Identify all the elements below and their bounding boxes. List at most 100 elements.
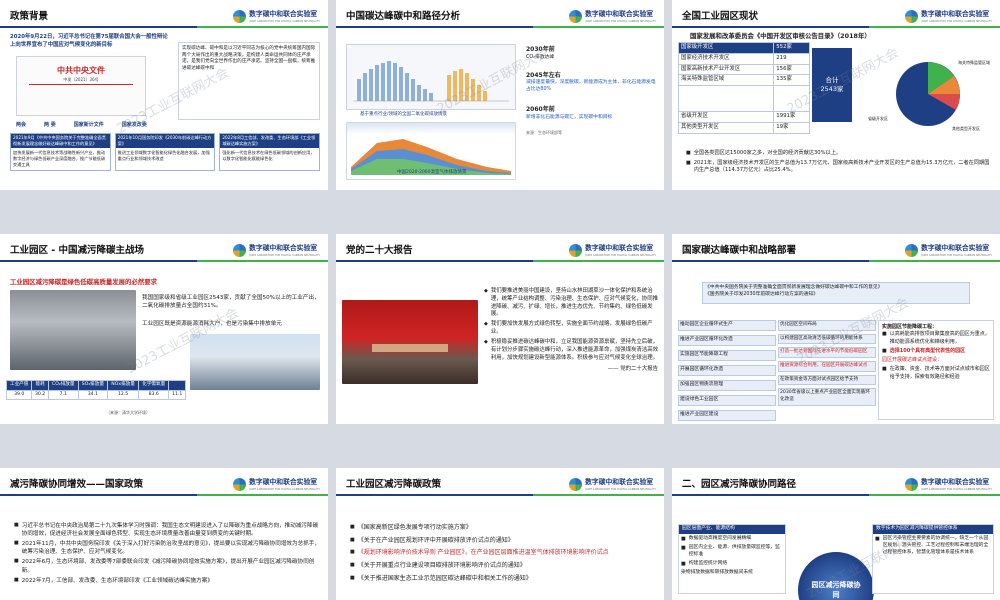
lab-logo: 数字碳中和联合实验室 JOINT LABORATORY FOR DIGITAL C… [233,10,320,24]
policy-item: 2021年11月，中共中央国务院印发《关于深入打好污染防治攻坚战的意见》，提出要… [14,540,320,556]
center-circle: 园区减污降碳协同 [798,552,874,600]
col-head: 工业产值 [5,380,33,391]
commitment-text: 实现碳达峰、碳中和是以习近平同志为核心的党中央统筹国内国际两个大局作出的重大战略… [178,42,320,120]
policy-item: 《规划环境影响评价技术导则 产业园区》，在产业园区层面推进温室气体排放环境影响评… [350,549,656,558]
lab-logo: 数字碳中和联合实验室 JOINT LABORATORY FOR DIGITAL C… [569,244,656,258]
title-rule [0,260,328,262]
central-document: 中共中央文件 中发〔2021〕36号 [16,56,146,116]
slide-title: 全国工业园区现状 [682,11,759,22]
lab-name: 数字碳中和联合实验室 [249,478,318,486]
factory-smoke-photo [10,290,136,370]
slide-industrial-park-status[interactable]: 全国工业园区现状 数字碳中和联合实验室 JOINT LABORATORY FOR … [672,0,1000,190]
policy-item: 2022年7月，工信部、发改委、生态环境部印发《工业领域碳达峰实施方案》 [14,577,320,585]
park-count: 156家 [773,63,810,76]
lab-name: 数字碳中和联合实验室 [921,244,990,252]
strategy-item: 以构建园区高效清洁低碳循环的用能体系 [778,333,876,345]
col-head: 能耗 [31,380,49,391]
slide-park-main-battlefield[interactable]: 工业园区 - 中国减污降碳主战场 数字碳中和联合实验室 JOINT LABORAT… [0,234,328,424]
right-item: 园区开展碳达峰试点建设： [882,357,943,363]
slide-policy-background[interactable]: 政策背景 数字碳中和联合实验室 JOINT LABORATORY FOR DIGI… [0,0,328,190]
cell: 34.1 [77,389,109,401]
lab-name-en: JOINT LABORATORY FOR DIGITAL CARBON NEUT… [249,19,320,23]
pollution-text: 工业园区既是资源能源消耗大户，也是污染集中排放单元 [142,321,282,327]
strategy-item: 开展园区循环化改造 [678,364,776,376]
emission-bar-chart [346,44,516,110]
policy-item: 《国家高新区绿色发展专项行动实施方案》 [350,524,656,533]
lab-name-en: JOINT LABORATORY FOR DIGITAL CARBON NEUT… [921,253,992,257]
lab-name: 数字碳中和联合实验室 [921,478,990,486]
path-head: 园区层面产业、能源结构 [679,525,785,534]
slide-20th-congress-report[interactable]: 党的二十大报告 数字碳中和联合实验室 JOINT LABORATORY FOR D… [336,234,664,424]
title-rule [672,494,1000,496]
path-item: 数据驱动高精度空间发展精细 [681,536,783,543]
right-item: 以高耗能高排放项目聚集度高的园区为重点，推动能源系统优化和梯级利用， [882,331,990,346]
slide-carbon-path-analysis[interactable]: 中国碳达峰碳中和路径分析 数字碳中和联合实验室 JOINT LABORATORY … [336,0,664,190]
chart-subtitle: 基于重点行业/领域的全国二氧化碳排放情景 [360,112,448,117]
lab-logo-icon [905,10,919,24]
lab-logo-icon [569,478,583,492]
park-type: 国家经济技术开发区 [677,52,775,65]
cell: 11.1 [168,389,186,401]
title-rule [0,494,328,496]
cell: 30.2 [31,389,49,401]
lab-name-en: JOINT LABORATORY FOR DIGITAL CARBON NEUT… [585,487,656,491]
strategy-item: 2030年省级以上重点产业园区全面实现循环化改造 [778,388,876,406]
total-label: 合计 [825,75,839,84]
slide-national-strategy[interactable]: 国家碳达峰碳中和战略部署 数字碳中和联合实验室 JOINT LABORATORY … [672,234,1000,424]
slide-synergy-national-policy[interactable]: 减污降碳协同增效——国家政策 数字碳中和联合实验室 JOINT LABORATOR… [0,468,328,600]
emission-share-table: 工业产值 能耗 CO₂排放量 SO₂排放量 NOx排放量 化学需氧量 39.0 … [5,380,186,401]
col-head: CO₂排放量 [47,380,79,391]
title-rule [336,26,664,28]
lab-name-en: JOINT LABORATORY FOR DIGITAL CARBON NEUT… [249,253,320,257]
park-type: 省级开发区 [677,111,775,124]
park-count: 552家 [773,42,810,54]
milestone-2030-text: CO₂排放达峰 [526,54,555,60]
right-item: 在政策、资金、技术等方面对试点城市和园区给予支持，探索有效路径和经验 [882,366,990,381]
lab-name: 数字碳中和联合实验室 [249,244,318,252]
chart-caption: 中国2020-2060温室气体排放情景 [397,170,467,176]
park-count: 219 [773,52,810,65]
park-type: 其他类型开发区 [677,122,775,134]
document-number: 中发〔2021〕36号 [63,76,99,82]
policy-block: 2022年8月工信部、发改委、生态环境部《工业领域碳达峰实施方案》 强化新一代信息… [219,133,321,172]
strategy-item: 打造一批达到国际先进水平的节能低碳园区 [778,347,876,358]
path-item: 构建监控统计网络 [681,561,783,568]
milestone-2060: 2060年前 [526,106,555,114]
report-signature: —— 党的二十大报告 [607,366,658,373]
timeline-label: 两会 [16,122,27,128]
slide-title: 工业园区减污降碳政策 [346,479,442,490]
slide-synergy-path[interactable]: 二、园区减污降碳协同路径 数字碳中和联合实验室 JOINT LABORATORY … [672,468,1000,600]
lab-logo: 数字碳中和联合实验室 JOINT LABORATORY FOR DIGITAL C… [569,478,656,492]
timeline-label: 国家新计文件 [73,122,104,128]
pie-label: 海关特殊监管区域 [958,60,990,65]
policy-body: 推进工业领域数字化智能化绿色化融合发展，加强重点行业和领域技术改造 [117,150,210,162]
strategy-item: 加强园区物质流管理 [678,379,776,391]
policy-body: 加快发展新一代信息技术等战略性新兴产业，推动数字经济与绿色低碳产业深度融合，推广… [13,150,106,168]
lab-name-en: JOINT LABORATORY FOR DIGITAL CARBON NEUT… [585,19,656,23]
lab-logo-icon [569,244,583,258]
lab-logo: 数字碳中和联合实验室 JOINT LABORATORY FOR DIGITAL C… [905,10,992,24]
lab-name-en: JOINT LABORATORY FOR DIGITAL CARBON NEUT… [921,487,992,491]
lab-name: 数字碳中和联合实验室 [585,478,654,486]
path-item: 园区内企业、能源、供排放量碳监控等，监控标准 [681,545,783,559]
slide-title: 工业园区 - 中国减污降碳主战场 [10,245,145,256]
right-item: 选择100个具有典型代表性的园区 [882,348,990,355]
strategy-doc: 《国务院关于印发2030年前碳达峰行动方案的通知》 [705,291,818,297]
park-type: 国家级开发区 [677,42,775,54]
left-path-box: 园区层面产业、能源结构 数据驱动高精度空间发展精细 园区内企业、能源、供排放量碳… [678,524,786,594]
intro-text: 2020年9月22日，习近平总书记在第75届联合国大会一般性辩论上向世界宣布了中… [10,34,168,48]
document-title: 中共中央文件 [57,66,105,75]
lab-logo-icon [569,10,583,24]
cell: 7.1 [47,389,79,401]
lab-logo: 数字碳中和联合实验室 JOINT LABORATORY FOR DIGITAL C… [569,10,656,24]
scenario-area-chart: 中国2020-2060温室气体排放情景 [346,122,516,180]
path-item: 染物排放数据和碳排放数据间未统 [681,570,753,576]
lab-name-en: JOINT LABORATORY FOR DIGITAL CARBON NEUT… [921,19,992,23]
lab-logo-icon [905,244,919,258]
bullet: 2021年，国家级经济技术开发区的生产总值为13.7万亿元，国家级高新技术产业开… [686,160,991,175]
lab-logo-icon [233,478,247,492]
slide-park-policies[interactable]: 工业园区减污降碳政策 数字碳中和联合实验室 JOINT LABORATORY FO… [336,468,664,600]
lab-logo: 数字碳中和联合实验室 JOINT LABORATORY FOR DIGITAL C… [905,478,992,492]
strategy-doc: 《中共中央国务院关于完整准确全面贯彻新发展理念做好碳达峰碳中和工作的意见》 [705,285,883,290]
bullet: 全国各类园区达15000家之多，对全国的经济贡献达30%以上。 [686,150,991,158]
